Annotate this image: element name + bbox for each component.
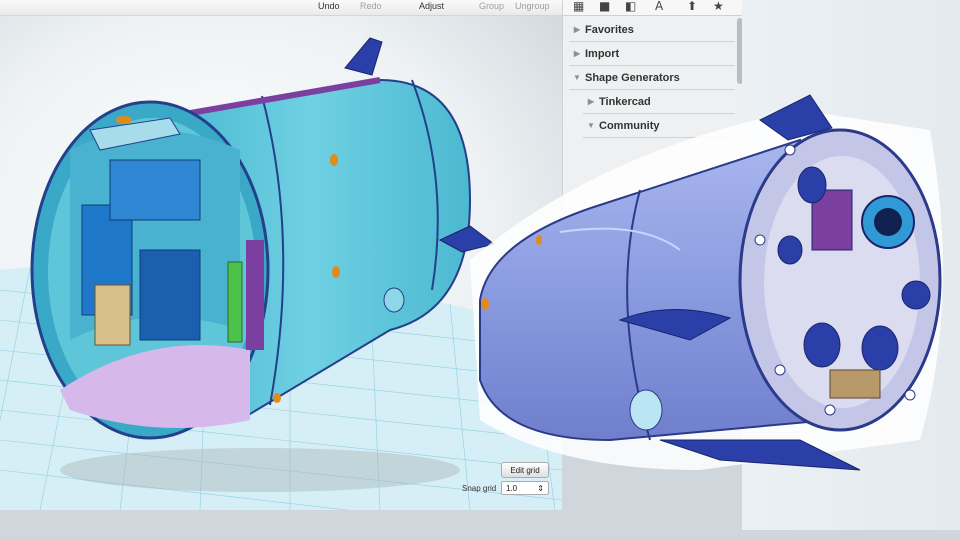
spacecraft-render <box>470 94 943 471</box>
